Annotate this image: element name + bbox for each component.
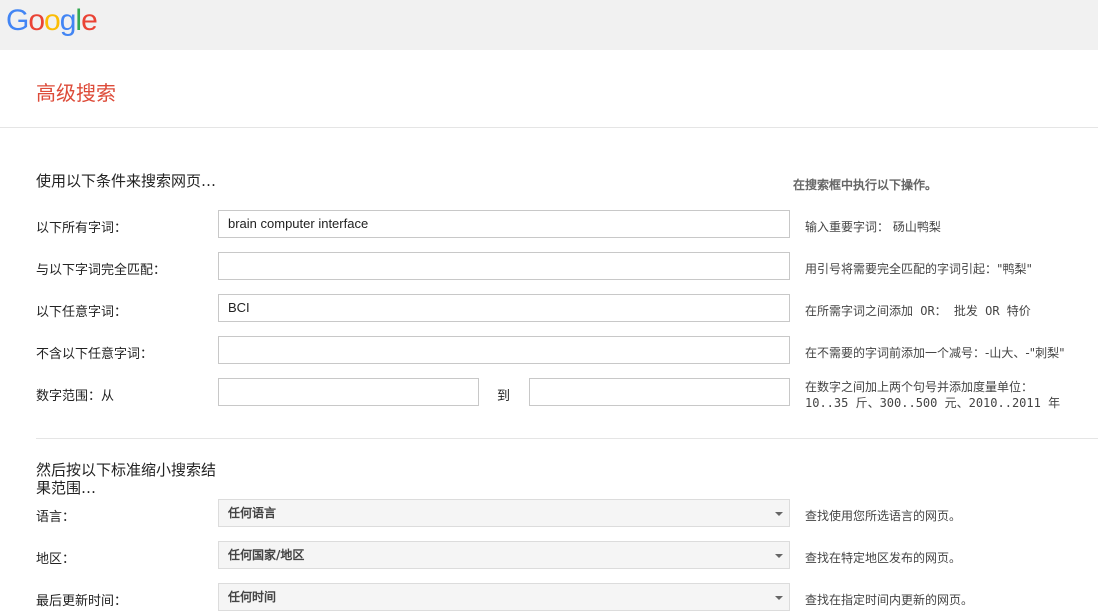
dropdown-arrow-icon — [775, 596, 783, 600]
last-update-select[interactable]: 任何时间 — [218, 583, 790, 611]
hint-heading: 在搜索框中执行以下操作。 — [793, 178, 938, 192]
range-to-input[interactable] — [529, 378, 790, 406]
any-words-input[interactable]: BCI — [218, 294, 790, 322]
region-select[interactable]: 任何国家/地区 — [218, 541, 790, 569]
logo-letter: o — [44, 4, 61, 37]
hint-number-range-line1: 在数字之间加上两个句号并添加度量单位： — [805, 380, 1034, 394]
label-region: 地区： — [36, 552, 76, 567]
google-logo[interactable]: Google — [6, 4, 98, 38]
language-select[interactable]: 任何语言 — [218, 499, 790, 527]
divider — [0, 127, 1098, 128]
section-heading-search-terms: 使用以下条件来搜索网页… — [36, 172, 217, 190]
dropdown-arrow-icon — [775, 554, 783, 558]
section-heading-narrow-results: 然后按以下标准缩小搜索结果范围… — [36, 461, 217, 497]
label-all-words: 以下所有字词： — [36, 221, 128, 236]
logo-letter: G — [6, 4, 29, 37]
label-exact-phrase: 与以下字词完全匹配： — [36, 263, 167, 278]
label-language: 语言： — [36, 510, 76, 525]
page-title: 高级搜索 — [36, 81, 116, 105]
divider — [36, 438, 1098, 439]
range-from-input[interactable] — [218, 378, 479, 406]
range-to-label: 到 — [497, 389, 511, 404]
label-last-update: 最后更新时间： — [36, 594, 128, 609]
hint-number-range: 在数字之间加上两个句号并添加度量单位： 10..35 斤、300..500 元、… — [805, 379, 1060, 411]
logo-letter: o — [28, 4, 45, 37]
logo-letter: e — [81, 4, 98, 37]
hint-none-words: 在不需要的字词前添加一个减号：-山大、-"刺梨" — [805, 346, 1065, 360]
region-select-value: 任何国家/地区 — [228, 548, 305, 562]
none-words-input[interactable] — [218, 336, 790, 364]
hint-all-words: 输入重要字词： 砀山鸭梨 — [805, 220, 941, 234]
all-words-input[interactable]: brain computer interface — [218, 210, 790, 238]
last-update-select-value: 任何时间 — [228, 590, 277, 604]
dropdown-arrow-icon — [775, 512, 783, 516]
label-none-words: 不含以下任意字词： — [36, 347, 154, 362]
label-number-range: 数字范围：从 — [36, 389, 115, 404]
exact-phrase-input[interactable] — [218, 252, 790, 280]
hint-region: 查找在特定地区发布的网页。 — [805, 551, 962, 565]
hint-any-words: 在所需字词之间添加 OR： 批发 OR 特价 — [805, 304, 1031, 318]
language-select-value: 任何语言 — [228, 506, 277, 520]
label-any-words: 以下任意字词： — [36, 305, 128, 320]
hint-number-range-line2: 10..35 斤、300..500 元、2010..2011 年 — [805, 396, 1061, 410]
hint-last-update: 查找在指定时间内更新的网页。 — [805, 593, 974, 607]
top-bar: Google — [0, 0, 1098, 50]
logo-letter: g — [59, 4, 77, 37]
hint-exact-phrase: 用引号将需要完全匹配的字词引起："鸭梨" — [805, 262, 1033, 276]
hint-language: 查找使用您所选语言的网页。 — [805, 509, 962, 523]
